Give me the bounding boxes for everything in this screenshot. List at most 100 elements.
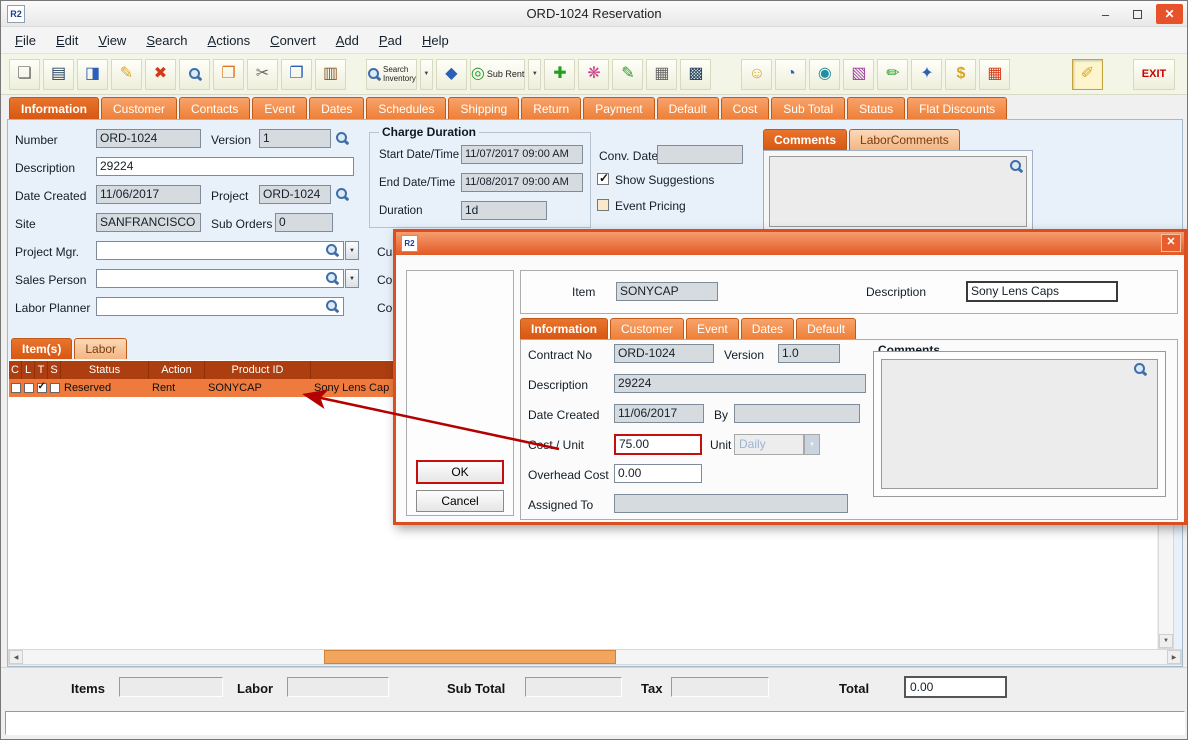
add-button[interactable]: ✚ (544, 59, 575, 90)
unit-field[interactable]: Daily (734, 434, 804, 455)
dialog-comments-zoom-icon[interactable] (1133, 362, 1147, 376)
tab-shipping[interactable]: Shipping (448, 97, 519, 119)
menu-item-edit[interactable]: Edit (56, 33, 78, 48)
scroll-right-button[interactable]: ▶ (1167, 650, 1181, 664)
show-suggestions-checkbox[interactable] (597, 173, 609, 185)
catalog-button[interactable]: ▧ (843, 59, 874, 90)
tab-flat-discounts[interactable]: Flat Discounts (907, 97, 1007, 119)
date-created-field[interactable]: 11/06/2017 (96, 185, 201, 204)
column-header-c[interactable]: C (9, 361, 22, 379)
copy-button[interactable]: ❐ (281, 59, 312, 90)
start-datetime-field[interactable]: 11/07/2017 09:00 AM (461, 145, 583, 164)
close-button[interactable]: ✕ (1156, 4, 1183, 24)
tab-payment[interactable]: Payment (583, 97, 654, 119)
comments-textarea[interactable] (769, 156, 1027, 227)
horizontal-scrollbar[interactable]: ◀ ▶ (8, 649, 1182, 665)
tab-return[interactable]: Return (521, 97, 581, 119)
find-button[interactable] (179, 59, 210, 90)
payments-button[interactable]: $ (945, 59, 976, 90)
site-field[interactable]: SANFRANCISCO (96, 213, 201, 232)
project-mgr-dropdown[interactable]: ▼ (345, 241, 359, 260)
customer-button[interactable]: ☺ (741, 59, 772, 90)
column-header-status[interactable]: Status (61, 361, 149, 379)
labor-planner-lookup-icon[interactable] (325, 299, 339, 313)
tab-event[interactable]: Event (252, 97, 307, 119)
save-button[interactable]: ◨ (77, 59, 108, 90)
tab-customer[interactable]: Customer (101, 97, 177, 119)
delete-button[interactable]: ✖ (145, 59, 176, 90)
tab-default[interactable]: Default (657, 97, 719, 119)
sales-person-dropdown[interactable]: ▼ (345, 269, 359, 288)
menu-item-convert[interactable]: Convert (270, 33, 316, 48)
history-button[interactable]: ◔ (775, 59, 806, 90)
description-field[interactable]: 29224 (96, 157, 354, 176)
event-pricing-checkbox[interactable] (597, 199, 609, 211)
project-lookup-icon[interactable] (335, 187, 349, 201)
sales-person-field[interactable] (96, 269, 344, 288)
sub-rent-button[interactable]: ◎ Sub Rent (470, 59, 526, 90)
tab-labor-comments[interactable]: LaborComments (849, 129, 960, 150)
dialog-close-button[interactable]: ✕ (1161, 234, 1181, 252)
tab-sub-total[interactable]: Sub Total (771, 97, 845, 119)
version-field[interactable]: 1 (259, 129, 331, 148)
dialog-date-created-field[interactable]: 11/06/2017 (614, 404, 704, 423)
project-mgr-lookup-icon[interactable] (325, 243, 339, 257)
comments-zoom-icon[interactable] (1009, 159, 1023, 173)
number-field[interactable]: ORD-1024 (96, 129, 201, 148)
row-checkbox-s[interactable] (50, 383, 60, 393)
highlighter-button[interactable]: ✐ (1072, 59, 1103, 90)
tab-labor[interactable]: Labor (74, 338, 127, 359)
sales-person-lookup-icon[interactable] (325, 271, 339, 285)
contract-no-field[interactable]: ORD-1024 (614, 344, 714, 363)
barcode-print-button[interactable]: ▩ (680, 59, 711, 90)
assigned-to-field[interactable] (614, 494, 848, 513)
column-header-l[interactable]: L (22, 361, 35, 379)
edit-pad-button[interactable]: ✏ (877, 59, 908, 90)
column-header-action[interactable]: Action (149, 361, 205, 379)
dialog-tab-customer[interactable]: Customer (610, 318, 684, 339)
tab-information[interactable]: Information (9, 97, 99, 119)
dialog-tab-dates[interactable]: Dates (741, 318, 794, 339)
item-field[interactable]: SONYCAP (616, 282, 718, 301)
cost-unit-field[interactable]: 75.00 (614, 434, 702, 455)
document-cut-button[interactable]: ❒ (213, 59, 244, 90)
conv-date-field[interactable] (657, 145, 743, 164)
sub-rent-dropdown[interactable]: ▼ (528, 59, 541, 90)
sub-orders-field[interactable]: 0 (275, 213, 333, 232)
tab-items[interactable]: Item(s) (11, 338, 72, 359)
maximize-button[interactable] (1124, 4, 1151, 24)
modules-button[interactable]: ▦ (979, 59, 1010, 90)
duration-field[interactable]: 1d (461, 201, 547, 220)
column-header-s[interactable]: S (48, 361, 61, 379)
minimize-button[interactable]: – (1092, 4, 1119, 24)
version-lookup-icon[interactable] (335, 131, 349, 145)
tab-cost[interactable]: Cost (721, 97, 770, 119)
dialog-description2-field[interactable]: 29224 (614, 374, 866, 393)
key-button[interactable]: ✦ (911, 59, 942, 90)
tab-schedules[interactable]: Schedules (366, 97, 446, 119)
new-button[interactable]: ❏ (9, 59, 40, 90)
scroll-down-button[interactable]: ▼ (1159, 634, 1173, 648)
overhead-cost-field[interactable]: 0.00 (614, 464, 702, 483)
horizontal-scrollbar-thumb[interactable] (324, 650, 616, 664)
paste-button[interactable]: ▥ (315, 59, 346, 90)
dialog-description-field[interactable]: Sony Lens Caps (966, 281, 1118, 302)
search-inventory-button[interactable]: Search Inventory (366, 59, 417, 90)
menu-item-pad[interactable]: Pad (379, 33, 402, 48)
tab-dates[interactable]: Dates (309, 97, 364, 119)
print-button[interactable]: ▤ (43, 59, 74, 90)
menu-item-search[interactable]: Search (146, 33, 187, 48)
search-inventory-dropdown[interactable]: ▼ (420, 59, 433, 90)
menu-item-help[interactable]: Help (422, 33, 449, 48)
scroll-left-button[interactable]: ◀ (9, 650, 23, 664)
menu-item-actions[interactable]: Actions (208, 33, 251, 48)
dialog-tab-event[interactable]: Event (686, 318, 739, 339)
menu-item-add[interactable]: Add (336, 33, 359, 48)
dialog-comments-textarea[interactable] (881, 359, 1158, 489)
dialog-version-field[interactable]: 1.0 (778, 344, 840, 363)
tab-status[interactable]: Status (847, 97, 905, 119)
dialog-tab-information[interactable]: Information (520, 318, 608, 339)
labor-planner-field[interactable] (96, 297, 344, 316)
media-button[interactable]: ◉ (809, 59, 840, 90)
dialog-tab-default[interactable]: Default (796, 318, 856, 339)
